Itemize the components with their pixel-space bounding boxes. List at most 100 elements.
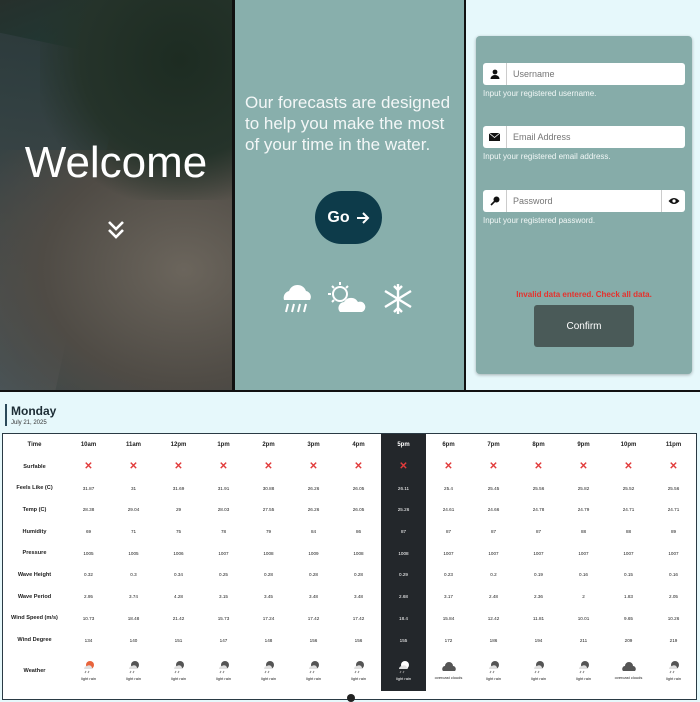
table-cell: 88 — [580, 529, 587, 535]
table-cell: 1007 — [533, 550, 544, 556]
weather-label: light rain — [575, 676, 592, 682]
table-cell: 10.01 — [577, 615, 590, 621]
weather-cell: light rain — [561, 651, 606, 691]
hour-header: 2pm — [262, 441, 275, 448]
table-cell: 10.73 — [82, 615, 95, 621]
table-cell: 1005 — [83, 550, 94, 556]
table-cell: 194 — [534, 637, 543, 643]
light-rain-icon — [668, 661, 679, 674]
table-cell: 2.48 — [489, 594, 498, 600]
table-cell: 2.95 — [84, 594, 93, 600]
password-input[interactable] — [507, 191, 661, 211]
email-input[interactable] — [507, 127, 685, 147]
weather-cell: light rain — [381, 650, 426, 691]
table-cell: 151 — [174, 637, 183, 643]
table-cell: 87 — [381, 520, 426, 543]
hour-header: 4pm — [352, 441, 365, 448]
weather-label: light rain — [215, 676, 232, 682]
light-rain-icon — [128, 661, 139, 674]
weather-label: light rain — [530, 676, 547, 682]
table-cell: 0.16 — [669, 572, 678, 578]
table-cell: 0.29 — [381, 564, 426, 586]
go-button[interactable]: Go — [315, 191, 382, 244]
table-row: Feels Like (C) 31.87 31 31.69 31.91 30.88 26.2… — [3, 477, 696, 500]
table-cell: 31.69 — [172, 485, 185, 491]
table-cell: 25.45 — [487, 485, 500, 491]
not-surfable-icon: ✕ — [129, 461, 138, 473]
eye-icon[interactable] — [661, 190, 685, 212]
table-cell: 186 — [489, 637, 498, 643]
table-cell: 24.66 — [487, 507, 500, 513]
table-cell: 147 — [219, 637, 228, 643]
table-row: Wave Height 0.32 0.3 0.34 0.25 0.28 0.28 0.28 0.… — [3, 564, 696, 586]
table-cell: 29 — [175, 507, 182, 513]
arrow-right-icon — [356, 211, 370, 224]
table-cell: 3.48 — [354, 594, 363, 600]
table-cell: 1007 — [578, 550, 589, 556]
header-row: Time 10am 11am 12pm 1pm 2pm 3pm 4pm 5pm 6pm 7pm 8pm… — [3, 434, 696, 456]
key-icon — [483, 190, 507, 212]
table-cell: 2 — [582, 594, 585, 600]
table-cell: 87 — [445, 529, 452, 535]
login-panel: Input your registered username. Input yo… — [466, 0, 700, 390]
row-label: Humidity — [22, 528, 47, 535]
sun-cloud-icon — [328, 282, 366, 312]
weather-label: light rain — [80, 676, 97, 682]
table-cell: 71 — [130, 529, 137, 535]
table-cell: 79 — [265, 529, 272, 535]
go-label: Go — [327, 208, 350, 226]
day-title: Monday — [11, 404, 57, 418]
table-cell: 84 — [310, 529, 317, 535]
table-cell: 25.26 — [381, 499, 426, 521]
table-row: Wind Speed (m/s) 10.73 18.48 21.42 15.73 17.2… — [3, 607, 696, 630]
weather-cell: overcast clouds — [606, 651, 651, 691]
not-surfable-icon: ✕ — [174, 461, 183, 473]
table-cell: 10.26 — [667, 615, 680, 621]
weather-cell: light rain — [156, 651, 201, 691]
weather-cell: light rain — [516, 651, 561, 691]
table-cell: 0.34 — [174, 572, 183, 578]
table-cell: 172 — [444, 637, 453, 643]
row-label: Wind Degree — [17, 637, 52, 644]
table-cell: 30.88 — [262, 485, 275, 491]
table-cell: 1007 — [443, 550, 454, 556]
table-cell: 0.25 — [219, 572, 228, 578]
down-chevron-icon[interactable] — [106, 218, 126, 242]
table-cell: 18.4 — [381, 607, 426, 630]
table-cell: 25.56 — [532, 485, 545, 491]
scroll-indicator[interactable] — [347, 694, 355, 702]
light-rain-icon — [308, 661, 319, 674]
forecast-table-container[interactable]: Time 10am 11am 12pm 1pm 2pm 3pm 4pm 5pm 6pm 7pm 8pm… — [2, 433, 697, 700]
table-cell: 9.65 — [624, 615, 633, 621]
table-cell: 3.15 — [219, 594, 228, 600]
rain-cloud-icon — [283, 284, 311, 313]
table-cell: 2.36 — [534, 594, 543, 600]
table-cell: 156 — [354, 637, 363, 643]
cloud-icon — [621, 662, 636, 672]
table-cell: 88 — [625, 529, 632, 535]
email-field[interactable] — [483, 126, 685, 148]
table-row: Surfable ✕ ✕ ✕ ✕ ✕ ✕ ✕ ✕ ✕ ✕ ✕ ✕ ✕ ✕ — [3, 455, 696, 478]
row-label: Weather — [23, 667, 46, 674]
password-field[interactable] — [483, 190, 685, 212]
light-rain-icon — [83, 661, 94, 674]
username-hint: Input your registered username. — [483, 89, 597, 98]
light-rain-icon — [488, 661, 499, 674]
username-field[interactable] — [483, 63, 685, 85]
weather-cell: light rain — [111, 651, 156, 691]
username-input[interactable] — [507, 64, 685, 84]
forecast-table: Time 10am 11am 12pm 1pm 2pm 3pm 4pm 5pm 6pm 7pm 8pm… — [3, 434, 696, 691]
table-cell: 87 — [535, 529, 542, 535]
not-surfable-icon: ✕ — [354, 461, 363, 473]
time-header: Time — [27, 441, 42, 448]
table-row: Wave Period 2.95 3.74 4.28 3.15 3.45 3.48 3.48 2… — [3, 585, 696, 608]
not-surfable-icon: ✕ — [381, 455, 426, 478]
table-cell: 15.73 — [217, 615, 230, 621]
confirm-button[interactable]: Confirm — [534, 305, 634, 347]
table-cell: 17.24 — [262, 615, 275, 621]
hour-header: 3pm — [307, 441, 320, 448]
row-label: Wind Speed (m/s) — [11, 615, 58, 622]
hour-header: 1pm — [217, 441, 230, 448]
table-cell: 31.87 — [82, 485, 95, 491]
light-rain-icon — [533, 661, 544, 674]
